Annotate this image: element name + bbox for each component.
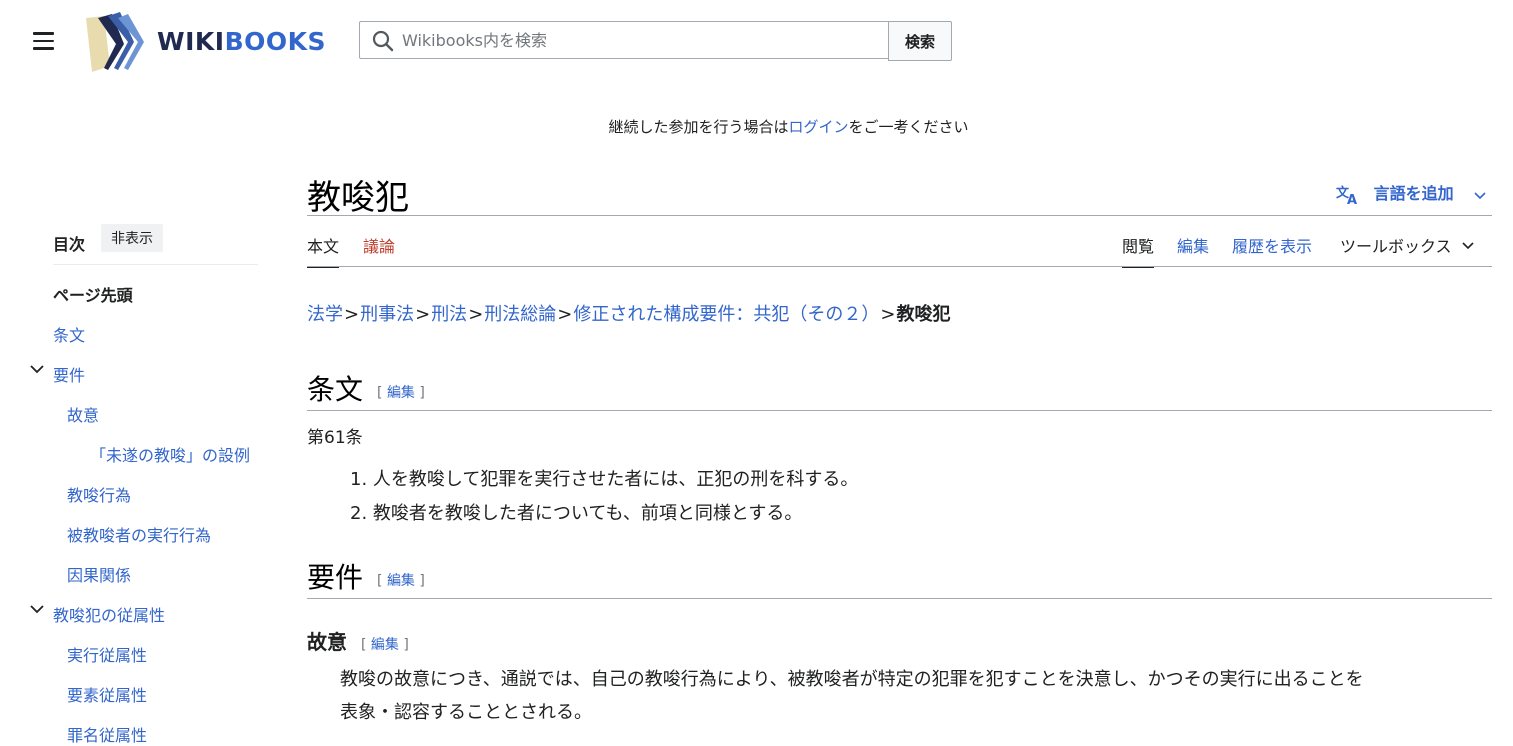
hamburger-icon-bar — [33, 47, 54, 50]
article-item: 2. 教唆者を教唆した者についても、前項と同様とする。 — [350, 503, 803, 524]
edit-section-link[interactable]: 編集 — [387, 573, 415, 589]
toc-item[interactable]: 因果関係 — [67, 562, 131, 586]
section-heading: 要件 [ 編集 ] — [307, 556, 425, 596]
toc-item[interactable]: 実行従属性 — [67, 642, 147, 666]
paragraph-line: 表象・認容することとされる。 — [340, 702, 592, 723]
article-item-text: 教唆者を教唆した者についても、前項と同様とする。 — [372, 503, 803, 524]
search-input[interactable] — [402, 23, 872, 57]
tab-toolbox[interactable]: ツールボックス — [1340, 233, 1475, 266]
chevron-down-icon — [1461, 242, 1474, 250]
breadcrumb-separator: > — [557, 304, 573, 325]
section-divider — [307, 598, 1492, 599]
svg-text:A: A — [1347, 193, 1357, 206]
toc-item[interactable]: 条文 — [53, 322, 85, 346]
tabs-divider — [307, 266, 1492, 267]
toc-item[interactable]: 「未遂の教唆」の設例 — [90, 442, 250, 466]
main-menu-button[interactable] — [33, 32, 55, 50]
section-heading: 条文 [ 編集 ] — [307, 368, 425, 408]
hamburger-icon-bar — [33, 32, 54, 35]
add-language-label: 言語を追加 — [1373, 184, 1454, 203]
tab-article[interactable]: 本文 — [307, 233, 340, 268]
toc-item[interactable]: 故意 — [67, 402, 99, 426]
tab-read[interactable]: 閲覧 — [1122, 233, 1155, 268]
wordmark-wiki: WIKI — [157, 27, 225, 56]
paragraph-line: 教唆の故意につき、通説では、自己の教唆行為により、被教唆者が特定の犯罪を犯すこと… — [340, 669, 1364, 690]
translate-icon: 文 A — [1336, 185, 1357, 208]
toc-header: 目次 非表示 — [53, 224, 258, 265]
login-notice: 継続した参加を行う場合はログインをご一考ください — [0, 116, 1513, 137]
toc-item[interactable]: 教唆行為 — [67, 482, 131, 506]
login-link[interactable]: ログイン — [788, 118, 848, 136]
breadcrumb-link[interactable]: 刑法 — [431, 304, 467, 325]
breadcrumb-link[interactable]: 刑事法 — [360, 304, 414, 325]
toc-item-top[interactable]: ページ先頭 — [53, 282, 133, 306]
notice-text-after: をご一考ください — [848, 118, 969, 136]
page-title: 教唆犯 — [307, 178, 409, 218]
breadcrumb-separator: > — [344, 304, 360, 325]
toc-item[interactable]: 罪名従属性 — [67, 722, 147, 746]
tab-discussion[interactable]: 議論 — [363, 233, 395, 266]
hamburger-icon-bar — [33, 39, 54, 42]
edit-section-link[interactable]: 編集 — [387, 385, 415, 401]
chevron-down-icon — [1474, 191, 1486, 199]
breadcrumb-link[interactable]: 法学 — [307, 304, 343, 325]
chevron-down-icon[interactable] — [30, 602, 44, 616]
toc-item[interactable]: 要素従属性 — [67, 682, 147, 706]
breadcrumb-link[interactable]: 修正された構成要件：共犯（その２） — [573, 304, 879, 325]
breadcrumb-link[interactable]: 刑法総論 — [484, 304, 556, 325]
section-divider — [307, 410, 1492, 411]
breadcrumb-separator: > — [880, 304, 896, 325]
edit-section-wrap: [ 編集 ] — [377, 572, 425, 589]
article-item-text: 人を教唆して犯罪を実行させた者には、正犯の刑を科する。 — [372, 469, 859, 490]
subsection-title: 故意 — [307, 630, 347, 654]
add-language-button[interactable]: 文 A 言語を追加 — [1336, 180, 1487, 208]
tab-edit[interactable]: 編集 — [1177, 233, 1209, 266]
breadcrumb-separator: > — [468, 304, 484, 325]
toc-item[interactable]: 要件 — [53, 362, 85, 386]
breadcrumb: 法学>刑事法>刑法>刑法総論>修正された構成要件：共犯（その２）>教唆犯 — [307, 300, 950, 326]
search-box — [359, 21, 889, 59]
breadcrumb-current: 教唆犯 — [896, 304, 951, 325]
search-icon — [372, 30, 394, 52]
breadcrumb-separator: > — [415, 304, 431, 325]
notice-text-before: 継続した参加を行う場合は — [608, 118, 789, 136]
wikibooks-logo-icon[interactable] — [80, 10, 150, 74]
wordmark-books: BOOKS — [224, 27, 327, 56]
subsection-heading: 故意 [ 編集 ] — [307, 626, 409, 655]
toc-item[interactable]: 被教唆者の実行行為 — [67, 522, 211, 546]
toc-hide-button[interactable]: 非表示 — [101, 224, 163, 252]
edit-section-wrap: [ 編集 ] — [377, 384, 425, 401]
tab-history[interactable]: 履歴を表示 — [1232, 233, 1312, 266]
toc-item[interactable]: 教唆犯の従属性 — [53, 602, 165, 626]
toc-title: 目次 — [53, 235, 86, 254]
chevron-down-icon[interactable] — [30, 362, 44, 376]
toolbox-label: ツールボックス — [1340, 237, 1452, 256]
edit-section-wrap: [ 編集 ] — [361, 636, 409, 653]
section-title: 要件 — [307, 561, 364, 594]
search-button[interactable]: 検索 — [888, 21, 952, 61]
article-item: 1. 人を教唆して犯罪を実行させた者には、正犯の刑を科する。 — [350, 469, 859, 490]
edit-section-link[interactable]: 編集 — [371, 637, 399, 653]
title-divider — [307, 215, 1492, 216]
wikibooks-wordmark[interactable]: WIKIBOOKS — [157, 27, 326, 56]
section-title: 条文 — [307, 373, 364, 406]
article-number: 第61条 — [307, 428, 363, 448]
